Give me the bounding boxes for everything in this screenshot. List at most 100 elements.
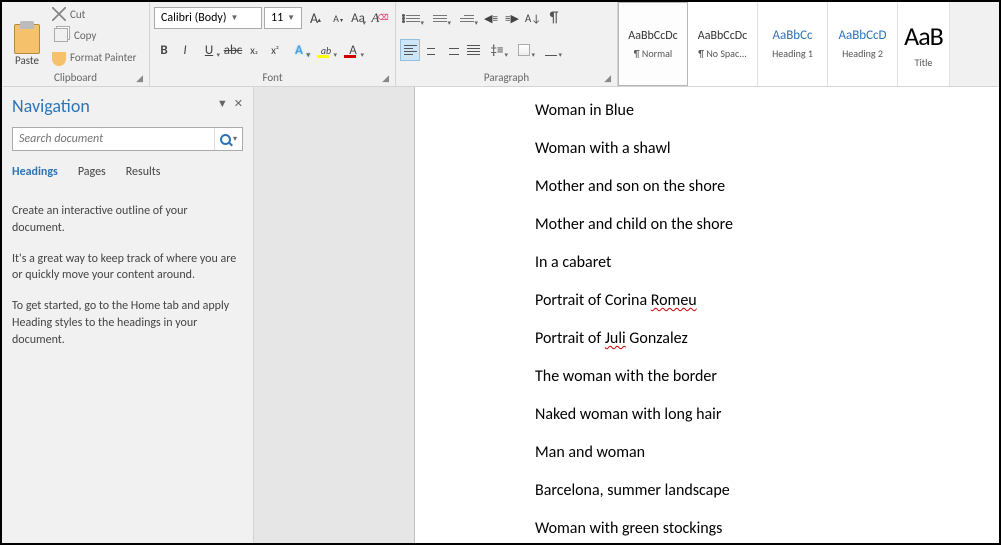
group-font: Calibri (Body)▼ 11▼ A▴ A▾ Aa▾ A⌫ B I U▾ … bbox=[150, 2, 396, 86]
bold-button[interactable]: B bbox=[154, 39, 174, 61]
brush-icon bbox=[52, 52, 66, 66]
align-left-button[interactable] bbox=[400, 39, 420, 61]
copy-icon bbox=[54, 28, 68, 42]
align-center-button[interactable] bbox=[421, 39, 441, 61]
style-label: ¶ No Spac... bbox=[698, 47, 747, 60]
style-preview: AaBbCcD bbox=[838, 28, 886, 43]
multilevel-icon bbox=[460, 15, 474, 22]
search-input[interactable] bbox=[13, 132, 214, 146]
spacing-icon: ‡≡ bbox=[491, 43, 504, 58]
document-line[interactable]: Woman in Blue bbox=[535, 101, 999, 120]
decrease-indent-button[interactable]: ◀≡ bbox=[481, 7, 501, 29]
style-item[interactable]: AaBbCcDc¶ No Spac... bbox=[688, 2, 758, 86]
document-line[interactable]: Portrait of Juli Gonzalez bbox=[535, 329, 999, 348]
document-line[interactable]: In a cabaret bbox=[535, 253, 999, 272]
paragraph-group-label: Paragraph bbox=[484, 71, 529, 84]
clipboard-launcher-icon[interactable]: ◢ bbox=[136, 73, 143, 84]
align-center-icon bbox=[425, 45, 438, 55]
align-right-button[interactable] bbox=[442, 39, 462, 61]
underline-button[interactable]: U▾ bbox=[196, 39, 222, 61]
paragraph-launcher-icon[interactable]: ◢ bbox=[604, 73, 611, 84]
group-clipboard: Paste Cut Copy Format Painter Clipboard ◢ bbox=[2, 2, 150, 86]
superscript-button[interactable]: x bbox=[265, 39, 285, 61]
style-item[interactable]: AaBbCcHeading 1 bbox=[758, 2, 828, 86]
pilcrow-icon: ¶ bbox=[550, 9, 559, 27]
style-label: Heading 2 bbox=[842, 47, 883, 60]
justify-button[interactable] bbox=[463, 39, 483, 61]
cut-label: Cut bbox=[70, 8, 85, 21]
document-line[interactable]: Woman with green stockings bbox=[535, 519, 999, 538]
document-line[interactable]: Woman with a shawl bbox=[535, 139, 999, 158]
copy-button[interactable]: Copy bbox=[52, 27, 145, 43]
style-label: ¶ Normal bbox=[634, 47, 672, 60]
align-right-icon bbox=[446, 45, 459, 55]
nav-help-line: To get started, go to the Home tab and a… bbox=[12, 298, 243, 348]
nav-close-icon[interactable]: ✕ bbox=[234, 97, 243, 110]
document-line[interactable]: Portrait of Corina Romeu bbox=[535, 291, 999, 310]
nav-search bbox=[12, 127, 243, 151]
format-painter-label: Format Painter bbox=[70, 51, 136, 64]
nav-tabs: Headings Pages Results bbox=[12, 165, 243, 179]
bullets-button[interactable]: ▾ bbox=[400, 7, 426, 29]
document-line[interactable]: The woman with the border bbox=[535, 367, 999, 386]
shading-button[interactable]: ▾ bbox=[511, 39, 537, 61]
group-styles: AaBbCcDc¶ NormalAaBbCcDc¶ No Spac...AaBb… bbox=[618, 2, 999, 86]
document-line[interactable]: Mother and child on the shore bbox=[535, 215, 999, 234]
paste-button[interactable]: Paste bbox=[6, 4, 48, 69]
chevron-down-icon: ▼ bbox=[226, 13, 238, 23]
cut-button[interactable]: Cut bbox=[52, 7, 145, 21]
nav-dropdown-icon[interactable]: ▼ bbox=[217, 97, 228, 110]
cut-icon bbox=[52, 7, 66, 21]
main-area: Navigation ▼ ✕ Headings Pages Results Cr… bbox=[2, 87, 999, 543]
style-item[interactable]: AaBbCcDc¶ Normal bbox=[618, 2, 688, 86]
subscript-button[interactable]: x bbox=[244, 39, 264, 61]
document-line[interactable]: Mother and son on the shore bbox=[535, 177, 999, 196]
clipboard-group-label: Clipboard bbox=[54, 71, 97, 84]
document-line[interactable]: Barcelona, summer landscape bbox=[535, 481, 999, 500]
paste-label: Paste bbox=[15, 54, 39, 67]
document-page[interactable]: Woman in Blue Woman with a shawl Mother an… bbox=[414, 87, 999, 543]
sort-icon: A↓ bbox=[525, 12, 541, 25]
change-case-button[interactable]: Aa▾ bbox=[348, 7, 368, 29]
style-item[interactable]: AaBbCcD Heading 2 bbox=[828, 2, 898, 86]
tab-headings[interactable]: Headings bbox=[12, 165, 58, 179]
font-group-label: Font bbox=[262, 71, 282, 84]
font-launcher-icon[interactable]: ◢ bbox=[382, 73, 389, 84]
tab-pages[interactable]: Pages bbox=[78, 165, 106, 179]
multilevel-button[interactable]: ▾ bbox=[454, 7, 480, 29]
search-button[interactable] bbox=[214, 128, 242, 150]
document-gutter bbox=[254, 87, 414, 543]
strikethrough-button[interactable]: abc bbox=[223, 39, 243, 61]
clear-formatting-button[interactable]: A⌫ bbox=[370, 7, 390, 29]
grow-font-button[interactable]: A▴ bbox=[304, 7, 324, 29]
document-line[interactable]: Man and woman bbox=[535, 443, 999, 462]
style-preview: AaBbCc bbox=[772, 28, 812, 43]
shading-icon bbox=[518, 44, 530, 56]
search-icon bbox=[220, 134, 231, 145]
document-line[interactable]: Naked woman with long hair bbox=[535, 405, 999, 424]
tab-results[interactable]: Results bbox=[126, 165, 161, 179]
numbering-button[interactable]: ▾ bbox=[427, 7, 453, 29]
nav-help-text: Create an interactive outline of your do… bbox=[12, 203, 243, 349]
highlight-button[interactable]: ab▾ bbox=[313, 39, 339, 61]
borders-button[interactable]: ▾ bbox=[538, 39, 564, 61]
format-painter-button[interactable]: Format Painter bbox=[52, 50, 145, 66]
style-preview: AaB bbox=[904, 20, 943, 52]
nav-help-line: Create an interactive outline of your do… bbox=[12, 203, 243, 237]
style-label: Title bbox=[915, 56, 933, 69]
sort-button[interactable]: A↓ bbox=[523, 7, 543, 29]
paste-icon bbox=[14, 24, 40, 54]
font-name-select[interactable]: Calibri (Body)▼ bbox=[154, 7, 262, 29]
line-spacing-button[interactable]: ‡≡▾ bbox=[484, 39, 510, 61]
increase-indent-button[interactable]: ≡▶ bbox=[502, 7, 522, 29]
outdent-icon: ◀≡ bbox=[484, 12, 498, 25]
shrink-font-button[interactable]: A▾ bbox=[326, 7, 346, 29]
font-size-select[interactable]: 11▼ bbox=[264, 7, 302, 29]
style-item[interactable]: AaB Title bbox=[898, 2, 950, 86]
font-color-button[interactable]: A▾ bbox=[340, 39, 366, 61]
show-marks-button[interactable]: ¶ bbox=[544, 7, 564, 29]
numbering-icon bbox=[433, 15, 447, 22]
italic-button[interactable]: I bbox=[175, 39, 195, 61]
nav-help-line: It's a great way to keep track of where … bbox=[12, 251, 243, 285]
text-effects-button[interactable]: A▾ bbox=[286, 39, 312, 61]
